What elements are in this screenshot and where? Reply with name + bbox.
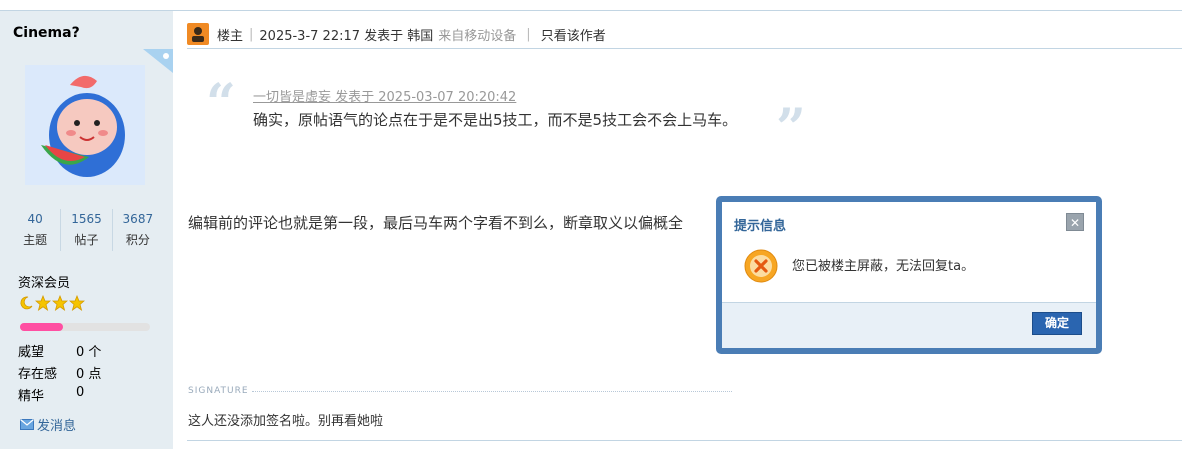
signature-text: 这人还没添加签名啦。别再看她啦 bbox=[188, 414, 384, 429]
level-progress-bar bbox=[20, 323, 150, 331]
floor-owner-icon bbox=[187, 23, 209, 45]
avatar-image bbox=[41, 75, 125, 177]
separator: | bbox=[526, 26, 531, 42]
close-quote-icon: ” bbox=[776, 98, 806, 159]
rank-stars bbox=[18, 295, 85, 311]
separator: | bbox=[249, 26, 254, 42]
dialog-body: 提示信息 ✕ 您已被楼主屏蔽，无法回复ta。 确定 bbox=[722, 202, 1096, 348]
star-icon bbox=[35, 295, 51, 311]
alert-dialog: 提示信息 ✕ 您已被楼主屏蔽，无法回复ta。 确定 bbox=[716, 196, 1102, 354]
stat-points[interactable]: 3687 积分 bbox=[111, 209, 163, 251]
close-icon[interactable]: ✕ bbox=[1066, 213, 1084, 231]
header-divider bbox=[187, 48, 1182, 49]
field-presence: 存在感 0 点 bbox=[18, 367, 102, 382]
level-progress-fill bbox=[20, 323, 63, 331]
send-message-link[interactable]: 发消息 bbox=[20, 415, 76, 434]
post-body: 编辑前的评论也就是第一段，最后马车两个字看不到么，断章取义以偏概全 bbox=[188, 214, 684, 232]
envelope-icon bbox=[20, 419, 34, 430]
star-icon bbox=[69, 295, 85, 311]
signature-label: SIGNATURE bbox=[188, 386, 249, 396]
dialog-footer: 确定 bbox=[722, 302, 1096, 348]
dialog-title: 提示信息 bbox=[734, 219, 787, 234]
only-author-link[interactable]: 只看该作者 bbox=[541, 25, 606, 44]
author-username[interactable]: Cinema? bbox=[13, 25, 80, 41]
post-time: 2025-3-7 22:17 发表于 韩国 bbox=[259, 28, 434, 44]
avatar[interactable] bbox=[25, 65, 145, 185]
quote-text: 确实，原帖语气的论点在于是不是出5技工，而不是5技工会不会上马车。 bbox=[253, 111, 738, 129]
stat-posts[interactable]: 1565 帖子 bbox=[60, 209, 111, 251]
member-rank[interactable]: 资深会员 bbox=[18, 272, 70, 291]
open-quote-icon: “ bbox=[206, 73, 236, 134]
top-divider bbox=[0, 10, 1182, 11]
device-text: 来自移动设备 bbox=[438, 28, 517, 44]
moon-icon bbox=[20, 296, 33, 310]
author-sidebar: Cinema? 40 主题 1565 帖子 3687 积分 资深会员 威望 0 … bbox=[0, 11, 173, 449]
field-digest: 精华 0 bbox=[18, 385, 85, 404]
signature-divider bbox=[252, 391, 732, 392]
post-bottom-divider bbox=[187, 440, 1182, 441]
stat-topics[interactable]: 40 主题 bbox=[10, 209, 60, 251]
forum-post-page: Cinema? 40 主题 1565 帖子 3687 积分 资深会员 威望 0 … bbox=[0, 0, 1182, 449]
ok-button[interactable]: 确定 bbox=[1032, 312, 1082, 335]
dialog-message: 您已被楼主屏蔽，无法回复ta。 bbox=[792, 259, 975, 274]
quote-author-meta[interactable]: 一切皆是虚妄 发表于 2025-03-07 20:20:42 bbox=[253, 86, 516, 105]
mobile-corner-icon bbox=[143, 49, 173, 73]
floor-label: 楼主 bbox=[217, 28, 244, 44]
author-stats: 40 主题 1565 帖子 3687 积分 bbox=[10, 209, 163, 251]
star-icon bbox=[52, 295, 68, 311]
post-header: 楼主 | 2025-3-7 22:17 发表于 韩国 来自移动设备 | 只看该作… bbox=[187, 22, 606, 46]
error-icon bbox=[744, 249, 778, 283]
field-prestige: 威望 0 个 bbox=[18, 345, 102, 360]
